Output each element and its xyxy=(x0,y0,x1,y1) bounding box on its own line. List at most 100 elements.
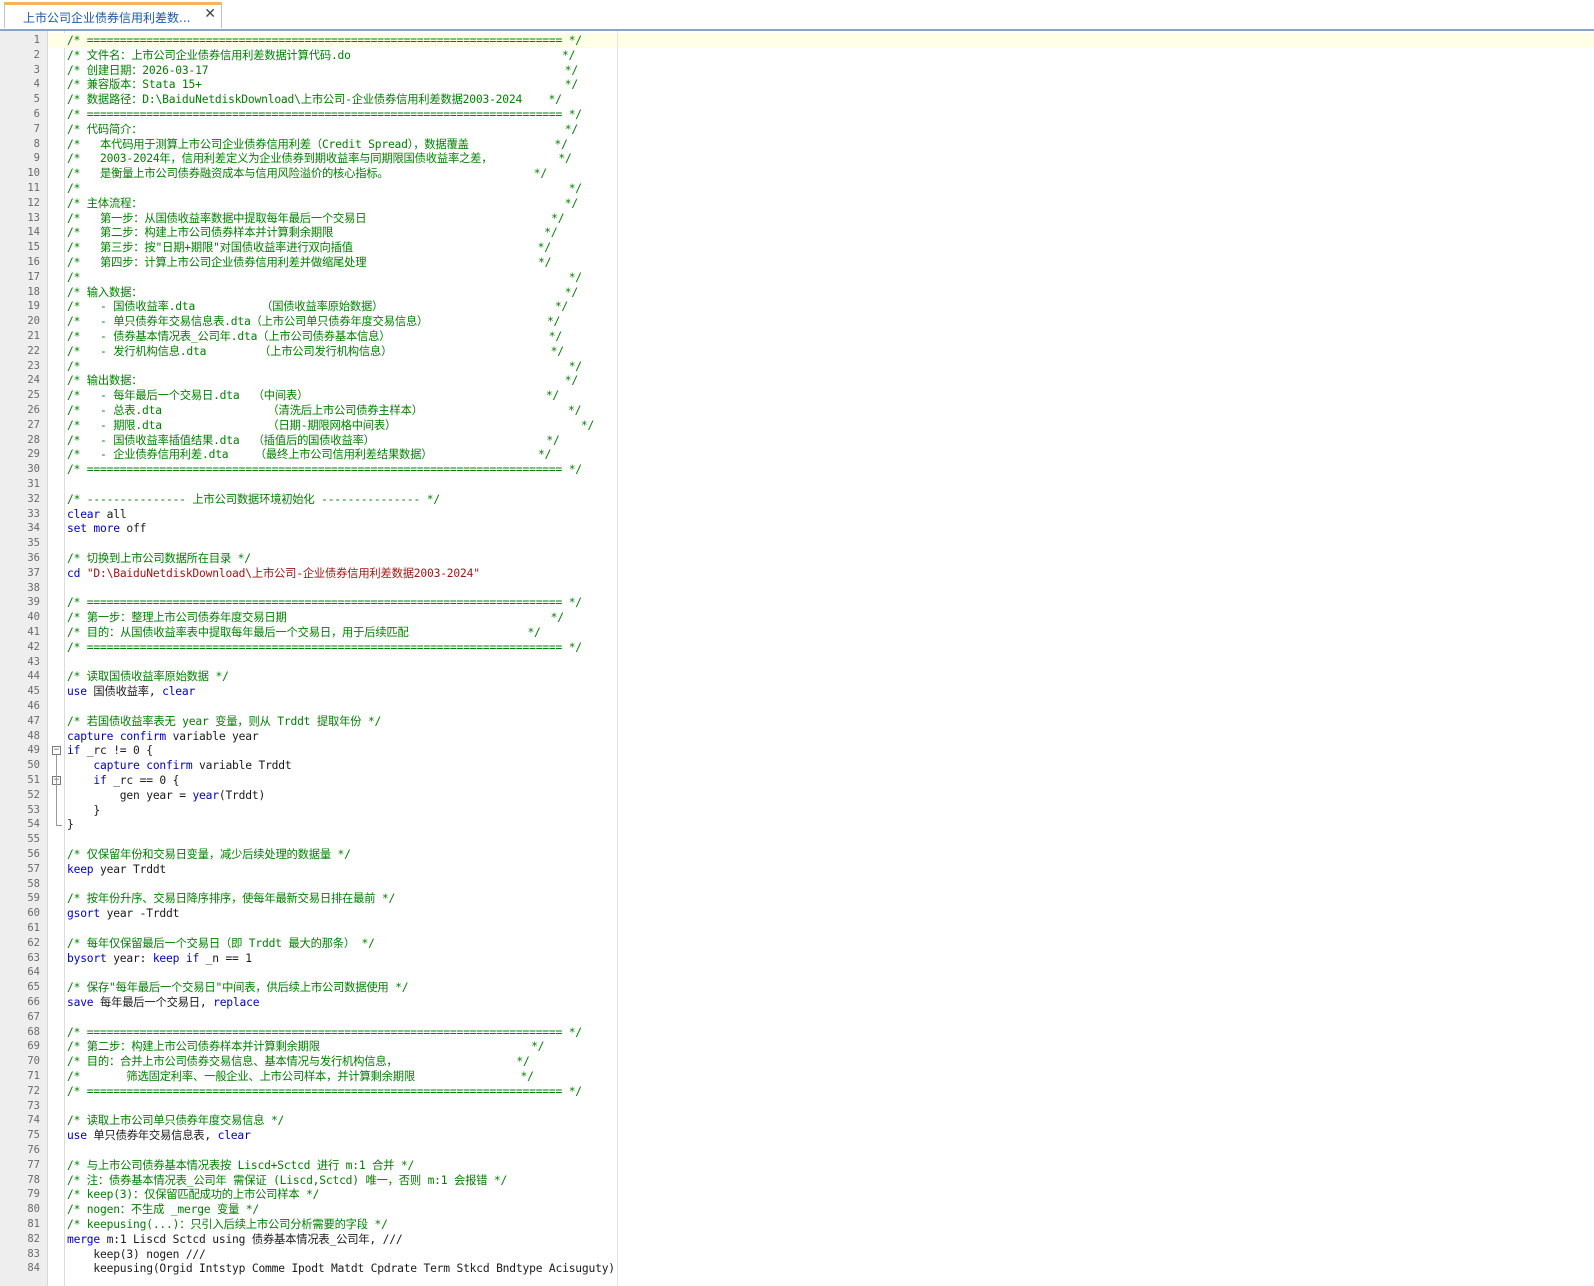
code-line[interactable]: /* 文件名：上市公司企业债券信用利差数据计算代码.do */ xyxy=(67,48,575,63)
code-token: /* =====================================… xyxy=(67,1084,582,1098)
code-line[interactable]: /* keep(3)：仅保留匹配成功的上市公司样本 */ xyxy=(67,1187,319,1202)
line-number: 33 xyxy=(27,507,40,520)
code-line[interactable]: /* - 单只债券年交易信息表.dta（上市公司单只债券年度交易信息） */ xyxy=(67,314,560,329)
code-line[interactable]: gen year = year(Trddt) xyxy=(67,788,265,803)
code-line[interactable]: /* 读取上市公司单只债券年度交易信息 */ xyxy=(67,1113,284,1128)
code-line[interactable]: merge m:1 Liscd Sctcd using 债券基本情况表_公司年,… xyxy=(67,1232,403,1247)
code-line[interactable]: save 每年最后一个交易日, replace xyxy=(67,995,260,1010)
code-line[interactable]: /* 目的：合并上市公司债券交易信息、基本情况与发行机构信息， */ xyxy=(67,1054,530,1069)
code-line[interactable]: /* - 国债收益率插值结果.dta （插值后的国债收益率） */ xyxy=(67,433,560,448)
code-line[interactable]: clear all xyxy=(67,507,127,522)
code-line[interactable]: /* 仅保留年份和交易日变量，减少后续处理的数据量 */ xyxy=(67,847,351,862)
code-line[interactable]: /* =====================================… xyxy=(67,462,582,477)
code-line[interactable]: if _rc != 0 { xyxy=(67,743,153,758)
code-editor[interactable]: 1 /* ====================================… xyxy=(0,31,1594,1286)
code-line[interactable]: /* */ xyxy=(67,270,582,285)
code-line[interactable]: /* 2003-2024年，信用利差定义为企业债券到期收益率与同期限国债收益率之… xyxy=(67,151,572,166)
code-line[interactable]: capture confirm variable Trddt xyxy=(67,758,291,773)
line-number: 5 xyxy=(33,93,40,106)
fold-collapse-icon[interactable]: − xyxy=(52,746,61,756)
code-line[interactable]: /* - 期限.dta （日期-期限网格中间表） */ xyxy=(67,418,594,433)
line-number: 41 xyxy=(27,626,40,638)
code-line[interactable]: /* */ xyxy=(67,181,582,196)
code-token: gsort xyxy=(67,907,101,921)
code-line[interactable]: /* 筛选固定利率、一般企业、上市公司样本，并计算剩余期限 */ xyxy=(67,1069,534,1084)
code-line[interactable]: /* =====================================… xyxy=(67,1084,582,1099)
code-line[interactable]: use 国债收益率, clear xyxy=(67,684,195,699)
code-line[interactable]: /* 目的：从国债收益率表中提取每年最后一个交易日，用于后续匹配 */ xyxy=(67,625,541,640)
code-line[interactable]: keep year Trddt xyxy=(67,862,166,877)
code-line[interactable]: /* 代码简介： */ xyxy=(67,122,578,137)
code-line[interactable]: /* - 总表.dta （清洗后上市公司债券主样本） */ xyxy=(67,403,581,418)
code-line[interactable]: /* 保存"每年最后一个交易日"中间表，供后续上市公司数据使用 */ xyxy=(67,980,409,995)
code-line[interactable]: /* --------------- 上市公司数据环境初始化 ---------… xyxy=(67,492,440,507)
code-line[interactable]: /* =====================================… xyxy=(67,33,582,48)
line-number: 57 xyxy=(27,862,40,875)
code-line[interactable]: /* 切换到上市公司数据所在目录 */ xyxy=(67,551,251,566)
code-line[interactable]: /* 第三步：按"日期+期限"对国债收益率进行双向插值 */ xyxy=(67,240,551,255)
code-line[interactable]: /* 第四步：计算上市公司企业债券信用利差并做缩尾处理 */ xyxy=(67,255,551,270)
code-line[interactable]: /* - 国债收益率.dta （国债收益率原始数据） */ xyxy=(67,299,568,314)
code-line[interactable]: /* 创建日期：2026-03-17 */ xyxy=(67,63,578,78)
line-number: 10 xyxy=(27,167,40,180)
line-number: 12 xyxy=(27,196,40,209)
code-token: /* 输入数据： */ xyxy=(67,285,578,299)
close-icon[interactable]: ✕ xyxy=(204,6,216,22)
document-tab[interactable]: 上市公司企业债券信用利差数... ✕ xyxy=(4,2,222,28)
code-line[interactable]: /* 与上市公司债券基本情况表按 Liscd+Sctcd 进行 m:1 合并 *… xyxy=(67,1158,414,1173)
code-line[interactable]: /* */ xyxy=(67,359,582,374)
code-line[interactable]: /* - 债券基本情况表_公司年.dta（上市公司债券基本信息） */ xyxy=(67,329,562,344)
line-number: 70 xyxy=(27,1055,40,1068)
code-token: bysort xyxy=(67,951,107,965)
code-line[interactable]: } xyxy=(67,817,74,832)
code-line[interactable]: /* 第二步：构建上市公司债券样本并计算剩余期限 */ xyxy=(67,225,558,240)
code-token: /* =====================================… xyxy=(67,640,582,654)
line-number: 16 xyxy=(27,256,40,268)
code-line[interactable]: /* 若国债收益率表无 year 变量，则从 Trddt 提取年份 */ xyxy=(67,714,381,729)
code-line[interactable]: set more off xyxy=(67,521,146,536)
code-line[interactable]: /* 读取国债收益率原始数据 */ xyxy=(67,669,229,684)
code-line[interactable]: capture confirm variable year xyxy=(67,729,259,744)
code-line[interactable]: /* 输入数据： */ xyxy=(67,285,578,300)
code-token: set xyxy=(67,522,87,536)
code-line[interactable]: cd "D:\BaiduNetdiskDownload\上市公司-企业债券信用利… xyxy=(67,566,480,581)
line-number: 1 xyxy=(33,34,40,46)
code-line[interactable]: /* =====================================… xyxy=(67,1025,582,1040)
tab-title[interactable]: 上市公司企业债券信用利差数... xyxy=(23,9,190,26)
code-token: variable Trddt xyxy=(192,759,292,773)
code-line[interactable]: /* 注：债券基本情况表_公司年 需保证 (Liscd,Sctcd) 唯一，否则… xyxy=(67,1173,507,1188)
code-line[interactable]: /* 第一步：整理上市公司债券年度交易日期 */ xyxy=(67,610,564,625)
code-line[interactable]: /* 主体流程： */ xyxy=(67,196,578,211)
code-line[interactable]: /* 第一步：从国债收益率数据中提取每年最后一个交易日 */ xyxy=(67,211,565,226)
code-token: use xyxy=(67,685,87,699)
code-line[interactable]: /* =====================================… xyxy=(67,640,582,655)
code-line[interactable]: if _rc == 0 { xyxy=(67,773,179,788)
code-line[interactable]: /* 兼容版本：Stata 15+ */ xyxy=(67,77,578,92)
line-number: 64 xyxy=(27,966,40,979)
code-line[interactable]: /* 输出数据： */ xyxy=(67,373,578,388)
code-line[interactable]: use 单只债券年交易信息表, clear xyxy=(67,1128,251,1143)
code-line[interactable]: /* 每年仅保留最后一个交易日（即 Trddt 最大的那条） */ xyxy=(67,936,375,951)
code-line[interactable]: /* 本代码用于测算上市公司企业债券信用利差（Credit Spread），数据… xyxy=(67,137,568,152)
code-line[interactable]: /* keepusing(...)：只引入后续上市公司分析需要的字段 */ xyxy=(67,1217,388,1232)
code-line[interactable]: /* 是衡量上市公司债券融资成本与信用风险溢价的核心指标。 */ xyxy=(67,166,547,181)
code-line[interactable]: /* - 每年最后一个交易日.dta （中间表） */ xyxy=(67,388,559,403)
code-line[interactable]: /* - 企业债券信用利差.dta （最终上市公司信用利差结果数据） */ xyxy=(67,447,551,462)
code-line[interactable]: /* - 发行机构信息.dta （上市公司发行机构信息） */ xyxy=(67,344,564,359)
code-line[interactable]: /* 数据路径：D:\BaiduNetdiskDownload\上市公司-企业债… xyxy=(67,92,562,107)
code-line[interactable]: keep(3) nogen /// xyxy=(67,1247,205,1262)
code-line[interactable]: /* 第二步：构建上市公司债券样本并计算剩余期限 */ xyxy=(67,1039,544,1054)
code-line[interactable]: /* nogen：不生成 _merge 变量 */ xyxy=(67,1202,259,1217)
code-line[interactable]: /* =====================================… xyxy=(67,595,582,610)
code-line[interactable]: /* 按年份升序、交易日降序排序，使每年最新交易日排在最前 */ xyxy=(67,891,395,906)
code-token: /* 与上市公司债券基本情况表按 Liscd+Sctcd 进行 m:1 合并 *… xyxy=(67,1158,415,1172)
code-line[interactable]: } xyxy=(67,803,100,818)
line-number: 14 xyxy=(27,226,40,239)
code-line[interactable]: gsort year -Trddt xyxy=(67,906,179,921)
code-token: capture xyxy=(93,759,140,773)
code-line[interactable]: keepusing(Orgid Intstyp Comme Ipodt Matd… xyxy=(67,1261,615,1276)
code-line[interactable]: /* =====================================… xyxy=(67,107,582,122)
code-line[interactable]: bysort year: keep if _n == 1 xyxy=(67,951,252,966)
